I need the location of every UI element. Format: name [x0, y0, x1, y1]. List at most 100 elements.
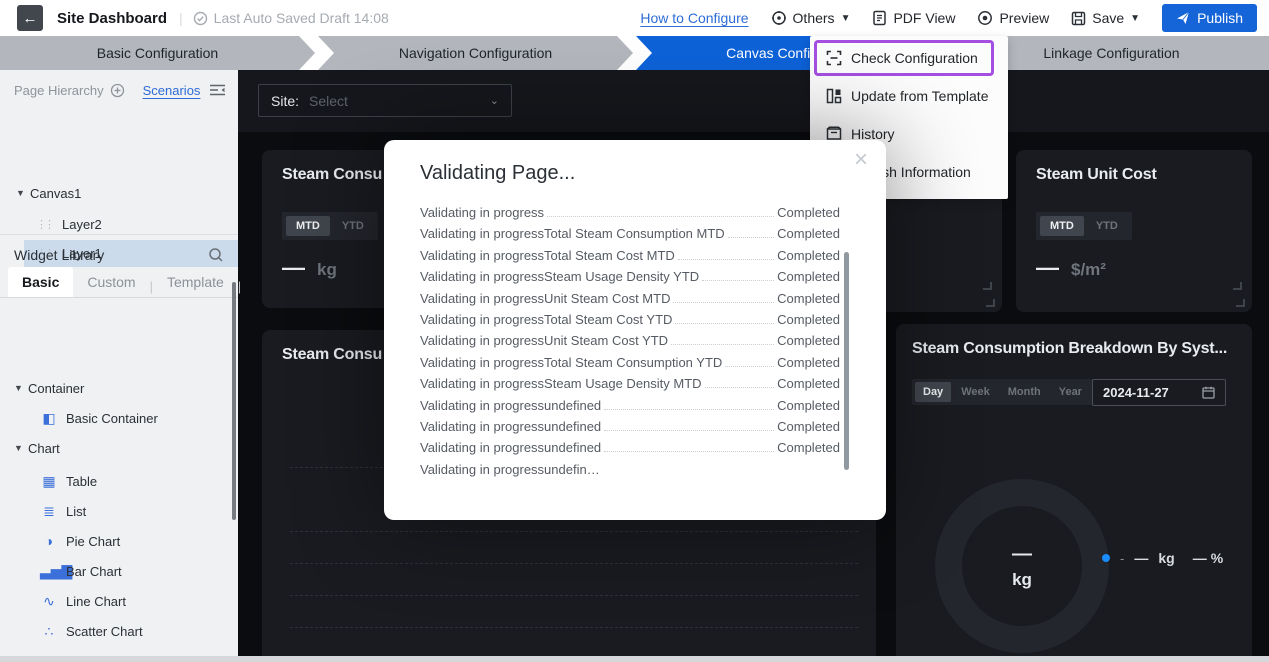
- widget-item[interactable]: ◧ Basic Container: [0, 403, 238, 433]
- legend-value: —: [1134, 550, 1148, 566]
- validation-label: Validating in progressSteam Usage Densit…: [420, 269, 699, 284]
- save-floppy-icon: [1071, 11, 1086, 26]
- resize-corner-mark: [1233, 282, 1242, 290]
- publish-button[interactable]: Publish: [1162, 4, 1257, 32]
- menu-item-update-from-template[interactable]: Update from Template: [810, 77, 1008, 115]
- validation-row: Validating in progressUnit Steam Cost MT…: [420, 291, 840, 312]
- widget-item-label: Pie Chart: [66, 534, 120, 549]
- validation-row: Validating in progressundefined Complete…: [420, 398, 840, 419]
- group-chart[interactable]: ▼ Chart: [0, 436, 238, 460]
- leader-dots: [678, 259, 774, 260]
- configuration-steps: Basic Configuration Navigation Configura…: [0, 36, 1269, 70]
- validation-label: Validating in progressUnit Steam Cost YT…: [420, 333, 668, 348]
- widget-item-label: Line Chart: [66, 594, 126, 609]
- config-step[interactable]: Basic Configuration: [0, 36, 315, 70]
- range-chip[interactable]: Month: [1000, 382, 1049, 402]
- drag-handle-icon[interactable]: ⋮⋮: [36, 218, 56, 231]
- period-chip[interactable]: MTD: [1040, 216, 1084, 236]
- range-chip[interactable]: Week: [953, 382, 998, 402]
- widget-item[interactable]: ≣ List: [0, 496, 238, 526]
- autosave-text: Last Auto Saved Draft 14:08: [214, 10, 389, 26]
- modal-scrollbar[interactable]: [844, 252, 849, 470]
- caret-down-icon[interactable]: ▼: [16, 188, 30, 198]
- top-bar: ← Site Dashboard | Last Auto Saved Draft…: [0, 0, 1269, 36]
- save-button[interactable]: Save ▼: [1071, 10, 1140, 26]
- divider: |: [179, 10, 183, 26]
- date-value: 2024-11-27: [1103, 385, 1169, 400]
- validating-page-modal: Validating Page... × Validating in progr…: [384, 140, 886, 520]
- validation-label: Validating in progressundefin…: [420, 462, 600, 477]
- search-icon[interactable]: [208, 247, 224, 263]
- group-container[interactable]: ▼ Container: [0, 376, 238, 400]
- validation-status: Completed: [777, 376, 840, 391]
- kpi-unit: kg: [317, 260, 337, 280]
- calendar-icon: [1202, 386, 1215, 399]
- card-title: Steam Consu: [282, 166, 382, 184]
- tab-basic[interactable]: Basic: [8, 267, 73, 297]
- site-placeholder: Select: [309, 93, 348, 109]
- period-chip[interactable]: YTD: [332, 216, 374, 236]
- tab-template[interactable]: Template: [153, 267, 238, 297]
- config-step[interactable]: Navigation Configuration: [318, 36, 633, 70]
- card-steam-unit-cost[interactable]: Steam Unit Cost MTDYTD — $/m²: [1016, 150, 1252, 312]
- validation-row: Validating in progressTotal Steam Consum…: [420, 226, 840, 247]
- gridline: [290, 595, 858, 596]
- scenarios-link[interactable]: Scenarios: [143, 83, 201, 98]
- leader-dots: [547, 216, 774, 217]
- range-chip[interactable]: Day: [915, 382, 951, 402]
- leader-dots: [604, 409, 774, 410]
- card-steam-breakdown[interactable]: Steam Consumption Breakdown By Syst... D…: [896, 324, 1252, 656]
- period-chip[interactable]: YTD: [1086, 216, 1128, 236]
- leader-dots: [671, 344, 774, 345]
- add-page-icon[interactable]: [110, 83, 125, 98]
- period-toggle: MTDYTD: [1036, 212, 1132, 240]
- period-chip[interactable]: MTD: [286, 216, 330, 236]
- config-step-label: Linkage Configuration: [1043, 45, 1179, 61]
- back-button[interactable]: ←: [17, 5, 43, 31]
- validation-row: Validating in progressUnit Steam Cost YT…: [420, 333, 840, 354]
- collapse-panel-icon[interactable]: [209, 83, 226, 97]
- preview-button[interactable]: Preview: [977, 10, 1049, 26]
- widget-item[interactable]: ∴ Scatter Chart: [0, 616, 238, 646]
- menu-item-check-configuration[interactable]: Check Configuration: [810, 39, 1008, 77]
- tree-node-canvas1[interactable]: ▼ Canvas1: [0, 180, 238, 206]
- scatter-chart-icon: ∴: [40, 624, 58, 638]
- widget-item-label: List: [66, 504, 86, 519]
- widget-item[interactable]: ∿ Line Chart: [0, 586, 238, 616]
- leader-dots: [675, 323, 774, 324]
- widget-item[interactable]: ◑ Pie Chart: [0, 526, 238, 556]
- validation-row: Validating in progressSteam Usage Densit…: [420, 269, 840, 290]
- top-bar-actions: How to Configure Others ▼ PDF View Previ…: [640, 4, 1269, 32]
- sidebar-scrollbar[interactable]: [232, 282, 236, 520]
- preview-eye-icon: [977, 10, 993, 26]
- widget-item[interactable]: ▃▅▇ Bar Chart: [0, 556, 238, 586]
- date-picker[interactable]: 2024-11-27: [1092, 379, 1226, 406]
- validation-status: Completed: [777, 333, 840, 348]
- publish-label: Publish: [1197, 10, 1243, 26]
- others-menu-button[interactable]: Others ▼: [771, 10, 851, 26]
- legend-dot-icon: [1102, 554, 1110, 562]
- caret-down-icon[interactable]: ▼: [14, 383, 28, 393]
- widget-item-label: Bar Chart: [66, 564, 122, 579]
- close-icon[interactable]: ×: [854, 148, 868, 172]
- check-configuration-icon: [826, 50, 842, 66]
- widget-item[interactable]: ▦ Table: [0, 466, 238, 496]
- donut-unit: kg: [1012, 570, 1032, 590]
- card-title: Steam Unit Cost: [1036, 166, 1157, 184]
- leader-dots: [604, 430, 774, 431]
- pdf-view-button[interactable]: PDF View: [872, 10, 955, 26]
- page-title: Site Dashboard: [57, 10, 167, 27]
- config-step-label: Basic Configuration: [97, 45, 218, 61]
- donut-value: —: [1012, 543, 1032, 566]
- range-chip[interactable]: Year: [1051, 382, 1090, 402]
- kpi-unit: $/m²: [1071, 260, 1106, 280]
- site-select-dropdown[interactable]: Site: Select ⌄: [258, 84, 512, 117]
- page-bottom-edge: [0, 656, 1269, 662]
- caret-down-icon[interactable]: ▼: [14, 443, 28, 453]
- legend-unit: kg: [1158, 550, 1174, 566]
- tree-node-label: Layer2: [62, 217, 102, 232]
- tab-custom[interactable]: Custom: [73, 267, 149, 297]
- table-icon: ▦: [40, 474, 58, 488]
- how-to-configure-link[interactable]: How to Configure: [640, 10, 748, 26]
- group-label: Chart: [28, 441, 60, 456]
